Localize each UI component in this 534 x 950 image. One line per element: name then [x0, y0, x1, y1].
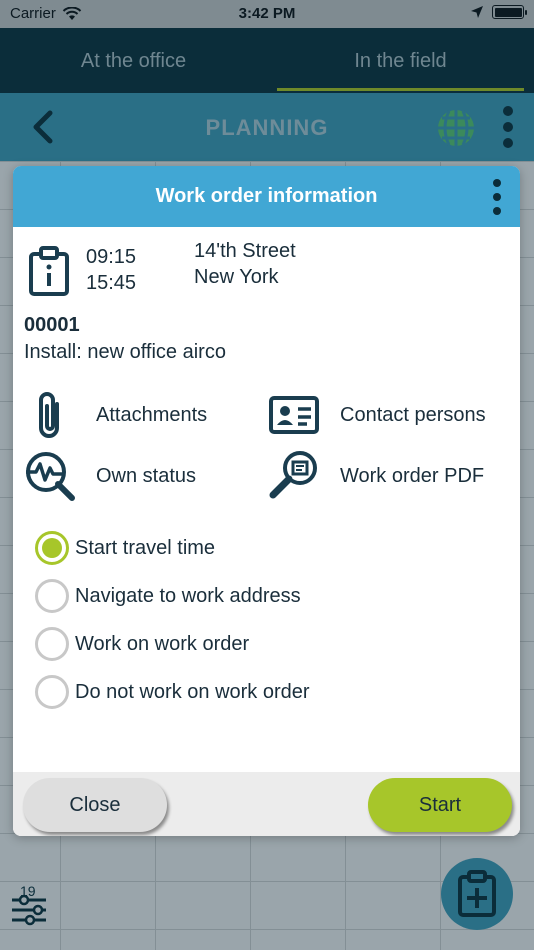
- clipboard-info-icon: [29, 246, 69, 296]
- status-search-icon: [26, 452, 75, 501]
- battery-icon: [492, 5, 527, 19]
- option-label: Start travel time: [75, 536, 216, 559]
- radio-button[interactable]: [35, 579, 69, 613]
- dialog-header: Work order information: [13, 166, 520, 227]
- dialog-footer: Close Start: [13, 772, 520, 836]
- own-status-label: Own status: [96, 464, 197, 487]
- dialog-title: Work order information: [155, 185, 378, 207]
- address-street: 14'th Street: [194, 240, 296, 262]
- option-label: Do not work on work order: [75, 680, 310, 703]
- paperclip-icon: [39, 392, 59, 438]
- tab-at-the-office[interactable]: At the office: [0, 28, 267, 93]
- dialog-more-icon[interactable]: [492, 178, 502, 216]
- attachments-label: Attachments: [96, 403, 208, 426]
- globe-icon[interactable]: [436, 108, 476, 148]
- order-number: 00001: [24, 314, 80, 336]
- option-work-on-work-order[interactable]: Work on work order: [35, 627, 249, 661]
- attachments-button[interactable]: Attachments: [24, 389, 207, 441]
- tab-in-the-field[interactable]: In the field: [267, 28, 534, 93]
- start-time: 09:15: [86, 246, 137, 268]
- clock: 3:42 PM: [238, 5, 296, 22]
- option-navigate-to-work-address[interactable]: Navigate to work address: [35, 579, 301, 613]
- status-bar: Carrier 3:42 PM: [0, 0, 534, 28]
- work-order-pdf-label: Work order PDF: [340, 464, 485, 487]
- work-order-pdf-button[interactable]: Work order PDF: [268, 450, 484, 502]
- option-start-travel-time[interactable]: Start travel time: [35, 531, 215, 565]
- start-button[interactable]: Start: [368, 778, 512, 832]
- filter-sliders-icon[interactable]: 19: [10, 882, 50, 926]
- contact-card-icon: [269, 396, 319, 434]
- option-label: Work on work order: [75, 632, 250, 655]
- document-search-icon: [269, 451, 317, 499]
- option-do-not-work-on-work-order[interactable]: Do not work on work order: [35, 675, 310, 709]
- contact-persons-label: Contact persons: [340, 403, 486, 426]
- radio-button[interactable]: [35, 531, 69, 565]
- header-more-icon[interactable]: [500, 105, 516, 149]
- close-button[interactable]: Close: [23, 778, 167, 832]
- clipboard-plus-icon: [458, 870, 496, 917]
- location-arrow-icon: [471, 6, 483, 18]
- order-description: Install: new office airco: [24, 341, 226, 363]
- radio-button[interactable]: [35, 675, 69, 709]
- end-time: 15:45: [86, 272, 137, 294]
- address-city: New York: [194, 266, 279, 288]
- top-tabs: At the office In the field: [0, 28, 534, 93]
- option-label: Navigate to work address: [75, 584, 301, 607]
- contact-persons-button[interactable]: Contact persons: [268, 389, 486, 441]
- work-order-dialog: Work order information 09:15 15:45 14'th…: [13, 166, 520, 836]
- add-work-order-button[interactable]: [441, 858, 513, 930]
- own-status-button[interactable]: Own status: [24, 450, 196, 502]
- radio-button[interactable]: [35, 627, 69, 661]
